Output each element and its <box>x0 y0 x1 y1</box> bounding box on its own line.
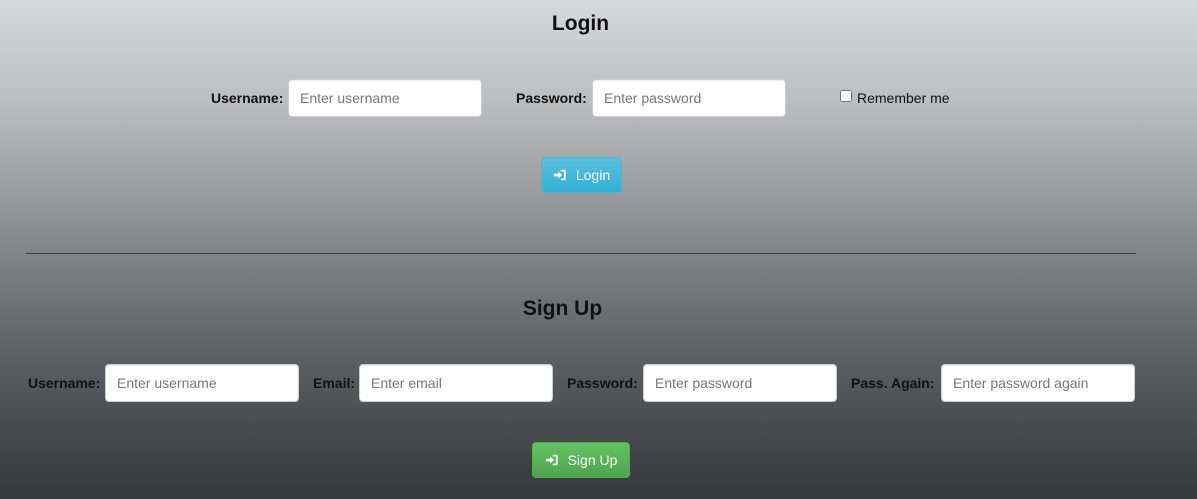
login-button-label: Login <box>575 167 611 183</box>
login-username-input[interactable] <box>288 79 482 117</box>
login-title: Login <box>551 12 610 35</box>
signup-title: Sign Up <box>522 297 603 320</box>
signup-password-input[interactable] <box>643 364 837 402</box>
remember-me-label: Remember me <box>857 90 950 106</box>
signup-button-label: Sign Up <box>567 452 618 468</box>
signup-email-input[interactable] <box>359 364 553 402</box>
sign-in-icon <box>545 454 558 466</box>
signup-password-label: Password: <box>567 375 638 391</box>
signup-password-again-input[interactable] <box>941 364 1135 402</box>
signup-button[interactable]: Sign Up <box>532 442 630 478</box>
section-divider <box>26 253 1136 254</box>
sign-in-icon <box>553 169 566 181</box>
signup-password-again-label: Pass. Again: <box>851 375 935 391</box>
login-button[interactable]: Login <box>541 157 622 193</box>
login-username-label: Username: <box>211 90 284 106</box>
signup-username-input[interactable] <box>105 364 299 402</box>
signup-email-label: Email: <box>313 375 356 391</box>
remember-me[interactable]: Remember me <box>840 90 950 106</box>
login-password-input[interactable] <box>592 79 786 117</box>
signup-username-label: Username: <box>28 375 101 391</box>
login-password-label: Password: <box>516 90 587 106</box>
remember-me-checkbox[interactable] <box>840 90 852 102</box>
